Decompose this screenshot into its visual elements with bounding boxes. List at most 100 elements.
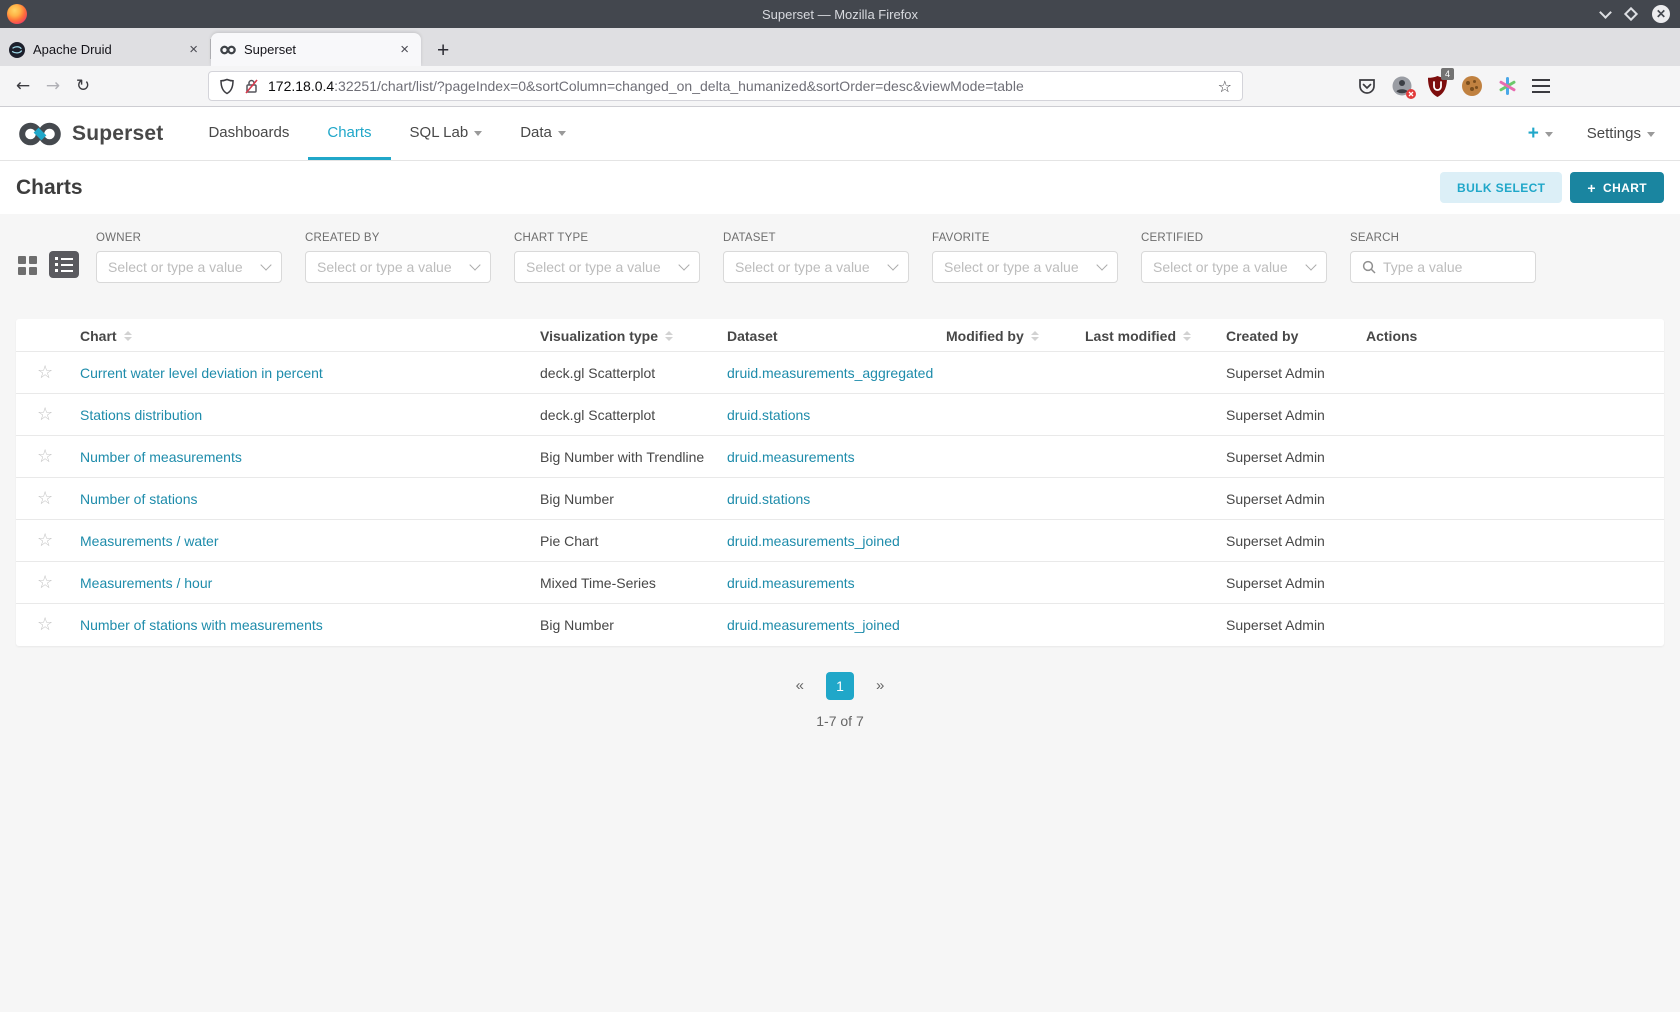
ublock-icon[interactable]: 4 — [1426, 68, 1454, 97]
nav-item-dashboards[interactable]: Dashboards — [189, 107, 308, 160]
page-1-button[interactable]: 1 — [826, 671, 854, 700]
plus-icon: + — [1587, 179, 1596, 196]
chart-link[interactable]: Number of stations with measurements — [80, 617, 323, 633]
column-header-modified-by[interactable]: Modified by — [946, 319, 1085, 352]
settings-menu[interactable]: Settings — [1587, 125, 1655, 142]
table-row: ☆ Number of stations Big Number druid.st… — [16, 477, 1664, 520]
tab-superset[interactable]: Superset × — [211, 33, 421, 66]
chevron-down-icon — [887, 259, 899, 271]
new-tab-button[interactable]: + — [437, 40, 449, 61]
created-by-select[interactable]: Select or type a value — [305, 251, 491, 283]
tab-close-icon[interactable]: × — [397, 41, 412, 58]
add-chart-button[interactable]: + CHART — [1570, 172, 1664, 203]
filter-label: OWNER — [96, 232, 142, 244]
dataset-link[interactable]: druid.measurements_joined — [727, 533, 900, 549]
modified-by-cell — [946, 519, 1085, 562]
actions-cell — [1366, 351, 1664, 394]
ublock-badge: 4 — [1440, 68, 1454, 80]
created-by-cell: Superset Admin — [1226, 393, 1366, 436]
reload-button[interactable]: ↻ — [68, 72, 98, 100]
privacy-extension-icon[interactable] — [1391, 75, 1416, 99]
search-input[interactable]: Type a value — [1350, 251, 1536, 283]
chart-link[interactable]: Number of stations — [80, 491, 198, 507]
dataset-select[interactable]: Select or type a value — [723, 251, 909, 283]
next-page-button[interactable]: » — [876, 677, 884, 694]
table-view-toggle[interactable] — [49, 251, 79, 278]
pocket-icon[interactable] — [1356, 75, 1378, 97]
prev-page-button[interactable]: « — [796, 677, 804, 694]
sparkle-extension-icon[interactable] — [1496, 75, 1518, 97]
bookmark-star-icon[interactable]: ☆ — [1218, 77, 1232, 96]
new-item-menu[interactable]: + — [1528, 123, 1553, 145]
charts-table-card: Chart Visualization type Dataset Modified b… — [16, 319, 1664, 646]
page-title: Charts — [16, 175, 83, 199]
chevron-down-icon — [260, 259, 272, 271]
chart-link[interactable]: Measurements / hour — [80, 575, 212, 591]
column-header-dataset: Dataset — [727, 319, 946, 352]
dataset-link[interactable]: druid.measurements — [727, 449, 855, 465]
sort-icon[interactable] — [1030, 331, 1039, 341]
favorite-star-icon[interactable]: ☆ — [37, 362, 53, 383]
chart-type-select[interactable]: Select or type a value — [514, 251, 700, 283]
dataset-link[interactable]: druid.stations — [727, 407, 810, 423]
insecure-lock-icon[interactable] — [244, 78, 259, 95]
nav-item-sql-lab[interactable]: SQL Lab — [391, 107, 502, 160]
table-body: ☆ Current water level deviation in perce… — [16, 351, 1664, 646]
back-button[interactable]: ← — [8, 72, 38, 100]
menu-icon[interactable] — [1532, 79, 1550, 93]
bulk-select-button[interactable]: BULK SELECT — [1440, 172, 1563, 203]
filter-chart-type: CHART TYPE Select or type a value — [514, 232, 700, 283]
card-view-toggle[interactable] — [16, 254, 40, 276]
certified-select[interactable]: Select or type a value — [1141, 251, 1327, 283]
chart-link[interactable]: Current water level deviation in percent — [80, 365, 323, 381]
url-bar[interactable]: 172.18.0.4:32251/chart/list/?pageIndex=0… — [208, 71, 1243, 101]
sort-icon[interactable] — [665, 331, 673, 341]
dataset-link[interactable]: druid.measurements_joined — [727, 617, 900, 633]
favorite-star-icon[interactable]: ☆ — [37, 614, 53, 635]
sort-icon[interactable] — [123, 331, 132, 341]
shield-icon[interactable] — [219, 78, 235, 95]
favorite-star-icon[interactable]: ☆ — [37, 404, 53, 425]
viz-type-cell: Big Number with Trendline — [540, 435, 727, 478]
viz-type-cell: Mixed Time-Series — [540, 561, 727, 604]
modified-by-cell — [946, 351, 1085, 394]
column-header-chart[interactable]: Chart — [80, 319, 540, 352]
nav-item-charts[interactable]: Charts — [308, 107, 391, 160]
favorite-star-icon[interactable]: ☆ — [37, 530, 53, 551]
dataset-link[interactable]: druid.stations — [727, 491, 810, 507]
window-title: Superset — Mozilla Firefox — [761, 6, 919, 22]
chart-link[interactable]: Stations distribution — [80, 407, 202, 423]
favorite-star-icon[interactable]: ☆ — [37, 572, 53, 593]
last-modified-cell — [1085, 603, 1226, 646]
last-modified-cell — [1085, 561, 1226, 604]
actions-cell — [1366, 603, 1664, 646]
favorite-star-icon[interactable]: ☆ — [37, 446, 53, 467]
owner-select[interactable]: Select or type a value — [96, 251, 282, 283]
modified-by-cell — [946, 477, 1085, 520]
table-header-row: Chart Visualization type Dataset Modified b… — [16, 319, 1664, 352]
window-maximize-icon[interactable] — [1623, 6, 1639, 22]
chart-link[interactable]: Number of measurements — [80, 449, 242, 465]
filter-bar: OWNER Select or type a value CREATED BY … — [0, 214, 1680, 283]
tab-close-icon[interactable]: × — [186, 41, 201, 58]
plus-icon: + — [1527, 122, 1539, 144]
column-header-last-modified[interactable]: Last modified — [1085, 319, 1226, 352]
tab-apache-druid[interactable]: Apache Druid × — [0, 33, 210, 66]
window-close-icon[interactable]: ✕ — [1652, 5, 1670, 23]
actions-cell — [1366, 561, 1664, 604]
nav-item-data[interactable]: Data — [501, 107, 585, 160]
superset-logo[interactable]: Superset — [17, 119, 163, 149]
chart-link[interactable]: Measurements / water — [80, 533, 219, 549]
column-header-label: Visualization type — [540, 328, 658, 344]
sort-icon[interactable] — [1183, 331, 1192, 341]
cookie-icon[interactable] — [1461, 75, 1483, 97]
favorite-select[interactable]: Select or type a value — [932, 251, 1118, 283]
dataset-link[interactable]: druid.measurements_aggregated — [727, 365, 933, 381]
forward-button[interactable]: → — [38, 72, 68, 100]
column-header-label: Created by — [1226, 328, 1299, 344]
column-header-visualization-type[interactable]: Visualization type — [540, 319, 727, 352]
dataset-link[interactable]: druid.measurements — [727, 575, 855, 591]
favorite-star-icon[interactable]: ☆ — [37, 488, 53, 509]
window-minimize-icon[interactable] — [1599, 5, 1612, 19]
filter-favorite: FAVORITE Select or type a value — [932, 232, 1118, 283]
